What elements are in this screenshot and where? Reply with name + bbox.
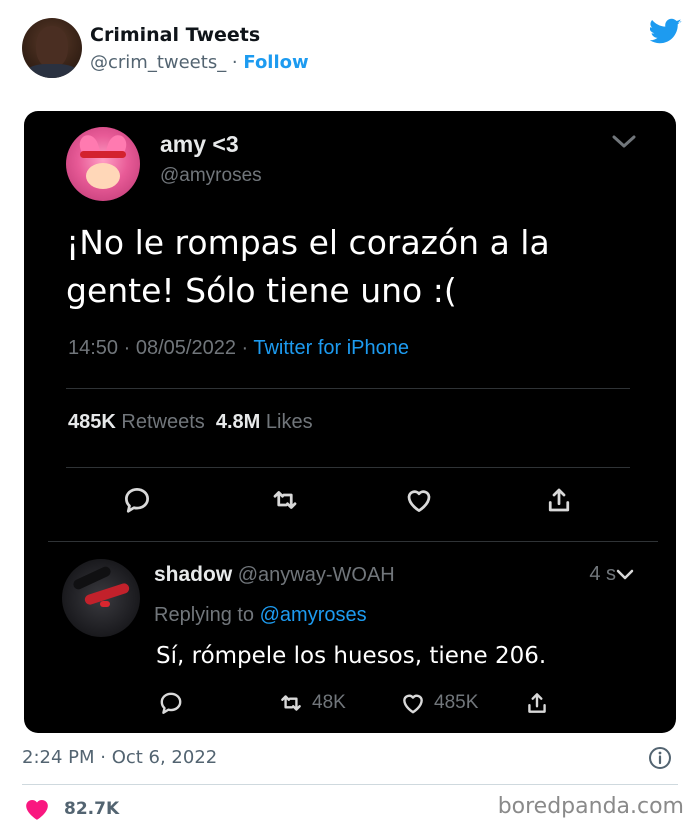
tweet-screenshot: amy <3 @amyroses ¡No le rompas el corazó…	[24, 111, 676, 733]
divider	[48, 541, 658, 542]
heart-icon	[407, 490, 431, 512]
embed-timestamp[interactable]: 2:24 PM · Oct 6, 2022	[22, 747, 217, 768]
tweet-date: 08/05/2022	[135, 337, 236, 359]
tweet-actions	[24, 485, 676, 521]
embed-header: Criminal Tweets @crim_tweets_ · Follow	[22, 16, 682, 86]
info-icon[interactable]	[648, 746, 672, 770]
account-handle-row: @crim_tweets_ · Follow	[90, 52, 309, 73]
retweet-icon	[273, 491, 297, 509]
watermark: boredpanda.com	[497, 794, 684, 819]
reply-author-name: shadow	[154, 563, 233, 586]
retweets-count: 485K	[68, 411, 116, 433]
reply-like-count: 485K	[434, 692, 479, 713]
reply-author-handle: @anyway-WOAH	[237, 564, 395, 586]
divider	[22, 784, 678, 785]
tweet-stats: 485K Retweets 4.8M Likes	[68, 411, 313, 434]
divider	[66, 467, 630, 468]
avatar	[66, 127, 140, 201]
heart-icon[interactable]	[24, 797, 50, 821]
heart-icon	[403, 694, 423, 714]
account-handle[interactable]: @crim_tweets_	[90, 52, 226, 73]
retweet-icon	[281, 695, 301, 711]
avatar	[62, 559, 140, 637]
replying-mention: @amyroses	[259, 604, 367, 626]
reply-icon	[160, 692, 182, 714]
separator: ·	[226, 52, 244, 73]
twitter-bird-icon[interactable]	[650, 18, 682, 46]
avatar[interactable]	[22, 18, 82, 78]
author-name: amy <3	[160, 131, 239, 157]
tweet-source: Twitter for iPhone	[253, 337, 409, 359]
like-count: 82.7K	[64, 799, 120, 819]
likes-label: Likes	[265, 411, 313, 433]
likes-count: 4.8M	[215, 411, 261, 433]
replying-prefix: Replying to	[154, 604, 255, 626]
reply-text: Sí, rómpele los huesos, tiene 206.	[156, 643, 547, 669]
chevron-down-icon	[616, 569, 634, 580]
reply-header: shadow @anyway-WOAH	[154, 563, 395, 587]
tweet-time: 14:50	[68, 337, 119, 359]
account-name[interactable]: Criminal Tweets	[90, 24, 260, 46]
retweet-action: 48K	[278, 689, 346, 717]
author-handle: @amyroses	[160, 165, 262, 186]
reply-time: 4 s	[589, 563, 616, 585]
chevron-down-icon	[612, 135, 636, 148]
retweets-label: Retweets	[121, 411, 205, 433]
replying-to: Replying to @amyroses	[154, 604, 367, 627]
tweet-meta: 14:50 · 08/05/2022 · Twitter for iPhone	[68, 337, 409, 359]
share-icon	[548, 488, 570, 512]
reply-action	[158, 689, 184, 717]
tweet-text: ¡No le rompas el corazón a la gente! Sól…	[66, 223, 550, 310]
share-icon	[528, 693, 546, 713]
reply-actions: 48K 485K	[24, 689, 676, 721]
reply-retweet-count: 48K	[312, 692, 346, 713]
divider	[66, 388, 630, 389]
like-action: 485K	[400, 689, 478, 717]
like-button[interactable]: 82.7K	[24, 797, 119, 821]
share-action	[524, 689, 550, 717]
reply-icon	[125, 488, 149, 513]
follow-button[interactable]: Follow	[243, 52, 308, 73]
